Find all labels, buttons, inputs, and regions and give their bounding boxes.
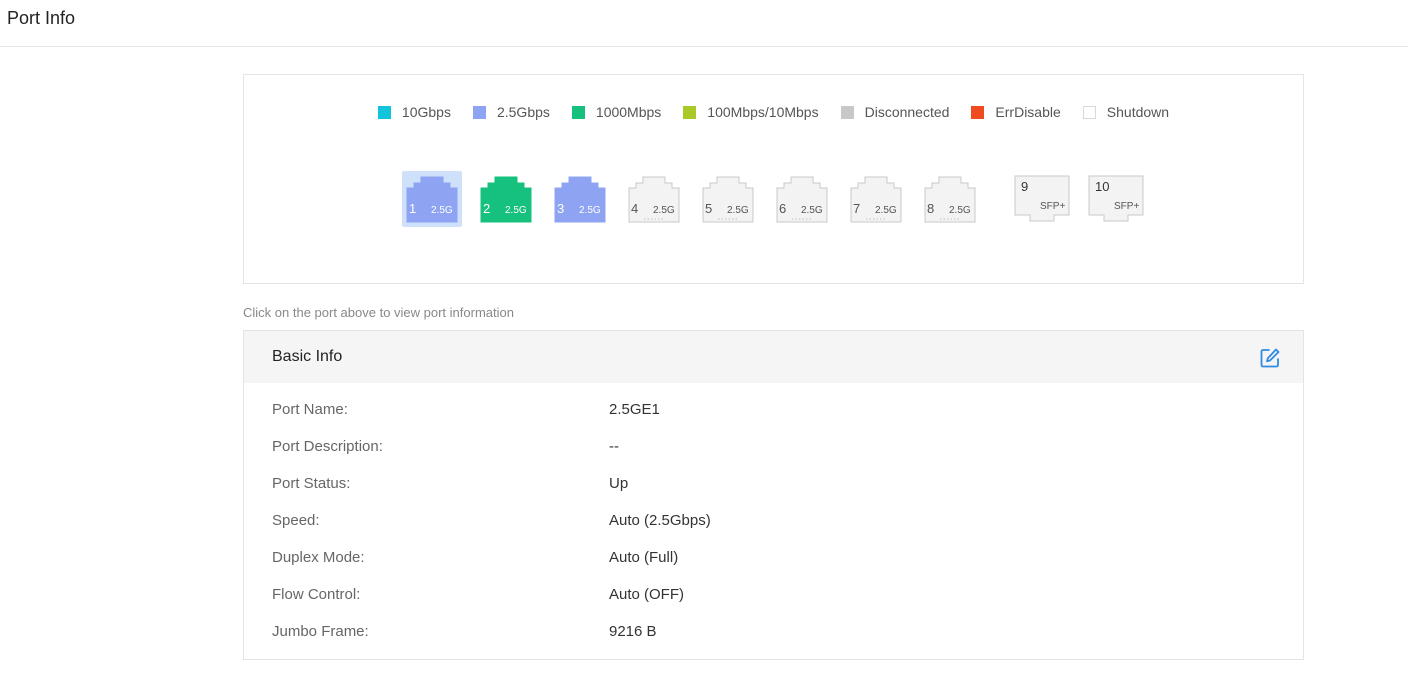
legend-item: Disconnected	[840, 104, 950, 120]
port-4[interactable]: 4 2.5G	[624, 171, 684, 227]
legend-item: 2.5Gbps	[472, 104, 550, 120]
info-row: Jumbo Frame: 9216 B	[244, 613, 1303, 650]
port-panel: 10Gbps 2.5Gbps 1000Mbps 100Mbps/10Mbps Disco…	[243, 74, 1304, 284]
legend-swatch	[971, 105, 985, 119]
sfp-port-label: SFP+	[1040, 201, 1066, 212]
info-row: Speed: Auto (2.5Gbps)	[244, 502, 1303, 539]
legend-swatch	[472, 105, 486, 119]
port-5[interactable]: 5 2.5G	[698, 171, 758, 227]
info-row: Port Name: 2.5GE1	[244, 391, 1303, 428]
legend-swatch	[683, 105, 697, 119]
sfp-port-number: 9	[1021, 179, 1029, 194]
info-value: 9216 B	[609, 623, 657, 640]
port-speed: 2.5G	[801, 205, 823, 216]
edit-icon-svg	[1260, 348, 1280, 368]
port-8[interactable]: 8 2.5G	[920, 171, 980, 227]
legend-label: 2.5Gbps	[496, 104, 550, 120]
legend-item: Shutdown	[1082, 104, 1170, 120]
legend-swatch	[571, 105, 585, 119]
info-label: Jumbo Frame:	[272, 623, 369, 640]
legend-item: ErrDisable	[971, 104, 1061, 120]
info-label: Port Status:	[272, 475, 351, 492]
sfp-port-number: 10	[1095, 179, 1110, 194]
basic-info-title: Basic Info	[272, 348, 343, 365]
legend-item: 10Gbps	[377, 104, 451, 120]
sfp-port-label: SFP+	[1114, 201, 1140, 212]
basic-info-rows: Port Name: 2.5GE1 Port Description: -- Port …	[244, 391, 1303, 650]
port-number: 7	[853, 201, 861, 216]
basic-info-header: Basic Info	[244, 331, 1303, 383]
legend-label: 10Gbps	[401, 104, 451, 120]
info-value: 2.5GE1	[609, 401, 660, 418]
port-number: 1	[409, 201, 417, 216]
port-7[interactable]: 7 2.5G	[846, 171, 906, 227]
port-speed: 2.5G	[727, 205, 749, 216]
legend-label: Disconnected	[864, 104, 950, 120]
legend-item: 1000Mbps	[571, 104, 662, 120]
port-speed: 2.5G	[875, 205, 897, 216]
port-number: 8	[927, 201, 935, 216]
port-number: 5	[705, 201, 713, 216]
port-speed: 2.5G	[579, 205, 601, 216]
info-label: Flow Control:	[272, 586, 361, 603]
legend-label: 100Mbps/10Mbps	[707, 104, 819, 120]
legend: 10Gbps 2.5Gbps 1000Mbps 100Mbps/10Mbps Disco…	[244, 104, 1303, 120]
port-6[interactable]: 6 2.5G	[772, 171, 832, 227]
port-row: 1 2.5G 2 2.5G 3 2.5G 4 2.5G 5 2.5G 6 2.5G 7 2.5G 8 2.5G…	[402, 171, 1162, 231]
sfp-port-10[interactable]: 10 SFP+	[1080, 171, 1144, 227]
port-2[interactable]: 2 2.5G	[476, 171, 536, 227]
info-value: Auto (2.5Gbps)	[609, 512, 711, 529]
info-label: Duplex Mode:	[272, 549, 365, 566]
info-row: Port Description: --	[244, 428, 1303, 465]
page-header: Port Info	[0, 0, 1408, 47]
legend-swatch	[377, 105, 391, 119]
port-number: 4	[631, 201, 639, 216]
legend-swatch	[840, 105, 854, 119]
legend-label: 1000Mbps	[595, 104, 662, 120]
info-value: Up	[609, 475, 629, 492]
info-row: Duplex Mode: Auto (Full)	[244, 539, 1303, 576]
port-speed: 2.5G	[949, 205, 971, 216]
basic-info-card: Basic Info Port Name: 2.5GE1 Port Descript…	[243, 330, 1304, 660]
port-1[interactable]: 1 2.5G	[402, 171, 462, 227]
info-row: Port Status: Up	[244, 465, 1303, 502]
info-label: Port Name:	[272, 401, 348, 418]
port-number: 2	[483, 201, 491, 216]
port-speed: 2.5G	[431, 205, 453, 216]
port-speed: 2.5G	[653, 205, 675, 216]
port-number: 3	[557, 201, 565, 216]
info-row: Flow Control: Auto (OFF)	[244, 576, 1303, 613]
edit-icon[interactable]	[1259, 347, 1281, 369]
legend-swatch	[1082, 105, 1096, 119]
port-hint: Click on the port above to view port inf…	[243, 305, 514, 320]
page-title: Port Info	[7, 8, 76, 28]
info-value: Auto (Full)	[609, 549, 679, 566]
port-speed: 2.5G	[505, 205, 527, 216]
legend-label: Shutdown	[1106, 104, 1170, 120]
info-label: Port Description:	[272, 438, 383, 455]
info-label: Speed:	[272, 512, 320, 529]
info-value: Auto (OFF)	[609, 586, 685, 603]
legend-label: ErrDisable	[995, 104, 1061, 120]
info-value: --	[609, 438, 619, 455]
legend-item: 100Mbps/10Mbps	[683, 104, 819, 120]
port-number: 6	[779, 201, 787, 216]
port-3[interactable]: 3 2.5G	[550, 171, 610, 227]
sfp-port-9[interactable]: 9 SFP+	[1006, 171, 1070, 227]
